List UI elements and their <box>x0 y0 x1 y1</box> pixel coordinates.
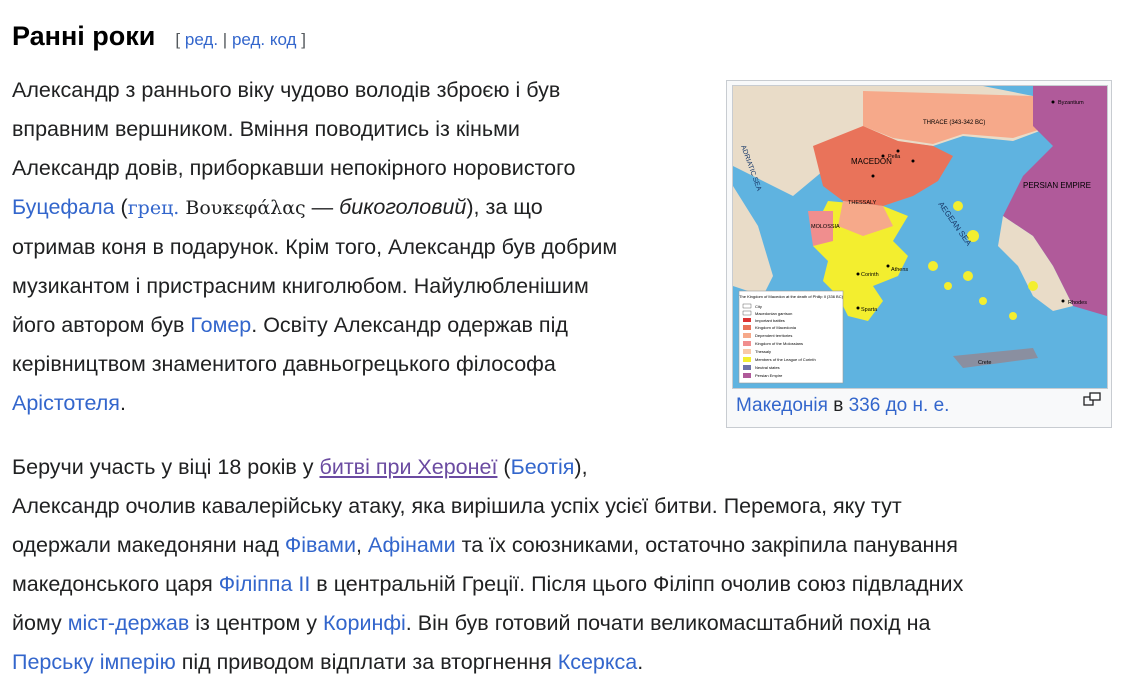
link-bucephalus[interactable]: Буцефала <box>12 195 115 219</box>
label-athens: Athens <box>891 267 908 273</box>
paragraph-early-years: Александр з раннього віку чудово володів… <box>12 78 618 415</box>
edit-section-links: [ ред. | ред. код ] <box>175 30 306 49</box>
section-heading: Ранні роки [ ред. | ред. код ] <box>12 16 306 56</box>
link-greek-language[interactable]: грец. <box>128 197 180 219</box>
svg-text:Macedonian garrison: Macedonian garrison <box>755 311 792 316</box>
link-athens[interactable]: Афінами <box>368 533 456 557</box>
label-thessaly: THESSALY <box>848 200 877 206</box>
link-battle-chaeronea[interactable]: битві при Херонеї <box>320 455 498 479</box>
svg-text:Important battles: Important battles <box>755 318 785 323</box>
legend-title: The Kingdom of Macedon at the death of P… <box>739 294 844 299</box>
svg-text:City: City <box>755 304 762 309</box>
label-molossia: MOLOSSIA <box>811 224 840 230</box>
svg-text:Kingdom of the Molossians: Kingdom of the Molossians <box>755 341 803 346</box>
link-aristotle[interactable]: Арістотеля <box>12 391 120 415</box>
label-macedon: MACEDON <box>851 157 892 166</box>
link-thebes[interactable]: Фівами <box>285 533 356 557</box>
figure-caption: Македонія в 336 до н. е. <box>736 395 950 416</box>
label-thrace: THRACE (343-342 BC) <box>923 120 985 126</box>
map-figure: THRACE (343-342 BC) MACEDON PERSIAN EMPI… <box>726 80 1112 428</box>
link-city-states[interactable]: міст-держав <box>68 611 190 635</box>
label-pella: Pella <box>888 154 901 160</box>
label-byzantium: Byzantium <box>1058 100 1084 106</box>
link-boeotia[interactable]: Беотія <box>511 455 575 479</box>
link-philip-ii[interactable]: Філіппа II <box>219 572 311 596</box>
greek-word: Βουκεφάλας <box>179 197 306 219</box>
macedon-map-illustration: THRACE (343-342 BC) MACEDON PERSIAN EMPI… <box>733 86 1107 388</box>
svg-text:Members of the League of Corin: Members of the League of Corinth <box>755 357 816 362</box>
link-xerxes[interactable]: Ксеркса <box>558 650 638 674</box>
enlarge-icon[interactable] <box>1083 392 1101 406</box>
svg-text:Persian Empire: Persian Empire <box>755 373 783 378</box>
meaning-text: бикоголовий <box>339 195 467 219</box>
section-title: Ранні роки <box>12 21 156 51</box>
label-corinth: Corinth <box>861 272 879 278</box>
edit-link[interactable]: ред. <box>185 30 218 49</box>
map-image[interactable]: THRACE (343-342 BC) MACEDON PERSIAN EMPI… <box>732 85 1108 389</box>
link-persian-empire[interactable]: Перську імперію <box>12 650 176 674</box>
svg-text:Neutral states: Neutral states <box>755 365 780 370</box>
label-sparta: Sparta <box>861 307 878 313</box>
svg-text:Kingdom of Macedonia: Kingdom of Macedonia <box>755 325 797 330</box>
svg-text:Dependent territories: Dependent territories <box>755 333 792 338</box>
link-corinth[interactable]: Коринфі <box>323 611 406 635</box>
link-homer[interactable]: Гомер <box>190 313 251 337</box>
label-persian-empire: PERSIAN EMPIRE <box>1023 181 1091 190</box>
svg-text:Thessaly: Thessaly <box>755 349 771 354</box>
edit-source-link[interactable]: ред. код <box>232 30 297 49</box>
label-rhodes: Rhodes <box>1068 300 1087 306</box>
caption-link-macedonia[interactable]: Македонія <box>736 395 828 416</box>
caption-link-year[interactable]: 336 до н. е. <box>849 395 950 416</box>
paragraph-chaeronea: Беручи участь у віці 18 років у битві пр… <box>12 455 964 674</box>
label-crete: Crete <box>978 360 991 366</box>
